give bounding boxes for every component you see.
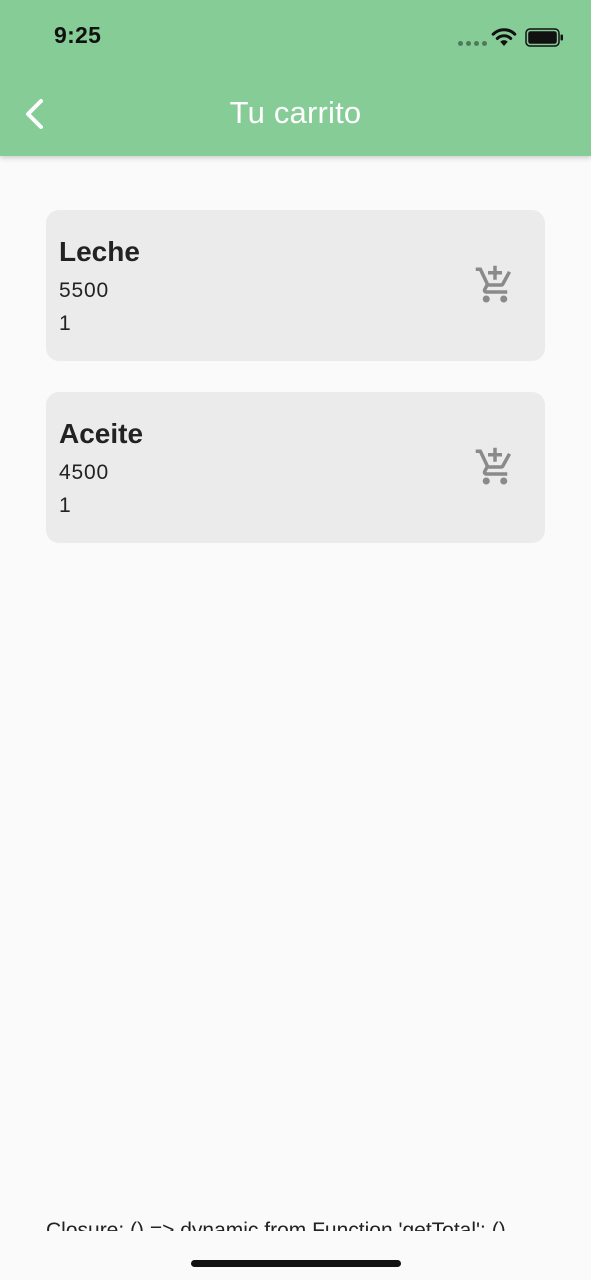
item-name: Aceite (59, 418, 144, 449)
wifi-icon (491, 28, 517, 46)
add-to-cart-button[interactable] (474, 264, 516, 306)
add-shopping-cart-icon (475, 265, 512, 303)
total-text: Closure: () => dynamic from Function 'ge… (46, 1219, 506, 1231)
cart-screen: 9:25 Tu carrito Leche 5500 1 Aceite 4500… (0, 0, 591, 1280)
cart-list: Leche 5500 1 Aceite 4500 1 (46, 210, 545, 574)
item-quantity: 1 (59, 312, 71, 335)
item-price: 4500 (59, 461, 109, 484)
cart-item: Leche 5500 1 (46, 210, 545, 361)
item-price: 5500 (59, 279, 109, 302)
home-indicator[interactable] (191, 1260, 401, 1267)
app-bar: 9:25 Tu carrito (0, 0, 591, 156)
status-time: 9:25 (54, 22, 102, 48)
battery-icon (525, 28, 563, 47)
cellular-dots-icon (458, 41, 487, 47)
add-shopping-cart-icon (475, 447, 512, 485)
cart-item: Aceite 4500 1 (46, 392, 545, 543)
page-title: Tu carrito (229, 95, 362, 130)
add-to-cart-button[interactable] (474, 446, 516, 488)
item-quantity: 1 (59, 494, 71, 517)
item-name: Leche (59, 236, 140, 267)
